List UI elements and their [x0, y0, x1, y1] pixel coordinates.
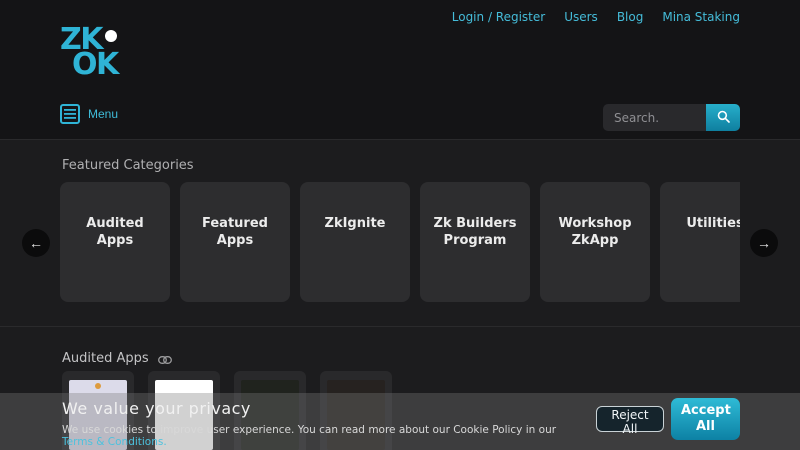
category-card-featured-apps[interactable]: Featured Apps — [180, 182, 290, 302]
cookie-message-text: We use cookies to improve user experienc… — [62, 424, 556, 436]
search-bar — [603, 104, 740, 131]
menu-button-label: Menu — [88, 107, 118, 121]
category-card-zkignite[interactable]: ZkIgnite — [300, 182, 410, 302]
site-logo[interactable]: ZK OK — [60, 26, 118, 78]
nav-link-mina-staking[interactable]: Mina Staking — [662, 10, 740, 24]
header: Login / Register Users Blog Mina Staking… — [0, 0, 800, 140]
terms-and-conditions-link[interactable]: Terms & Conditions. — [62, 436, 167, 448]
category-card-audited-apps[interactable]: Audited Apps — [60, 182, 170, 302]
carousel-prev-button[interactable]: ← — [22, 229, 50, 257]
logo-text-ok: OK — [72, 51, 118, 78]
thumbnail-accent-dot — [95, 383, 101, 389]
nav-link-users[interactable]: Users — [564, 10, 598, 24]
arrow-left-icon: ← — [29, 235, 43, 251]
category-carousel: Audited Apps Featured Apps ZkIgnite Zk B… — [60, 182, 740, 303]
cookie-banner-message: We use cookies to improve user experienc… — [62, 424, 582, 448]
cookie-consent-banner: We value your privacy We use cookies to … — [0, 393, 800, 450]
audited-apps-heading-link[interactable]: Audited Apps — [62, 349, 172, 368]
category-card-workshop-zkapp[interactable]: Workshop ZkApp — [540, 182, 650, 302]
link-icon — [158, 349, 172, 368]
top-nav: Login / Register Users Blog Mina Staking — [452, 10, 740, 24]
category-card-utilities[interactable]: Utilities — [660, 182, 740, 302]
featured-categories-section: Featured Categories Audited Apps Feature… — [0, 141, 800, 327]
category-card-zk-builders-program[interactable]: Zk Builders Program — [420, 182, 530, 302]
cookie-banner-title: We value your privacy — [62, 399, 251, 418]
search-button[interactable] — [706, 104, 740, 131]
nav-link-blog[interactable]: Blog — [617, 10, 644, 24]
search-icon — [717, 110, 730, 126]
search-input[interactable] — [603, 104, 706, 131]
audited-apps-title: Audited Apps — [62, 351, 149, 366]
nav-link-login-register[interactable]: Login / Register — [452, 10, 545, 24]
featured-categories-title: Featured Categories — [62, 158, 194, 173]
hamburger-icon — [60, 104, 80, 124]
accept-all-button[interactable]: Accept All — [671, 398, 740, 440]
arrow-right-icon: → — [757, 235, 771, 251]
carousel-next-button[interactable]: → — [750, 229, 778, 257]
logo-line-2: OK — [72, 51, 118, 78]
menu-button[interactable]: Menu — [60, 104, 118, 124]
reject-all-button[interactable]: Reject All — [596, 406, 664, 432]
category-cards-row: Audited Apps Featured Apps ZkIgnite Zk B… — [60, 182, 740, 302]
logo-dot-icon — [105, 30, 117, 42]
